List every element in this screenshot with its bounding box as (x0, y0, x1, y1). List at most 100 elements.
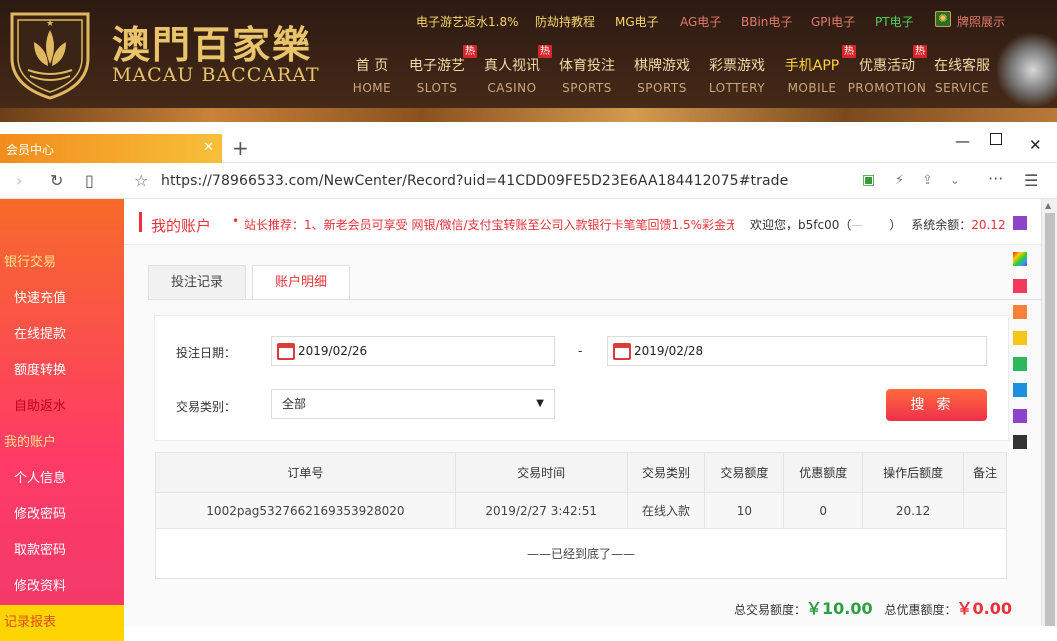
theme-swatch-black[interactable] (1013, 435, 1027, 449)
nav-sports[interactable]: 体育投注 SPORTS (545, 55, 629, 95)
toplink-anti-hijack[interactable]: 防劫持教程 (535, 13, 595, 30)
balance-label: 系统余额： (911, 218, 972, 232)
reading-view-icon[interactable]: ▯ (85, 171, 94, 190)
nav-chess-en: SPORTS (637, 81, 687, 95)
type-select[interactable]: 全部 ▼ (271, 389, 555, 419)
toplink-gpi[interactable]: GPI电子 (811, 13, 855, 30)
announcement-marquee: 站长推荐：1、新老会员可享受 网银/微信/支付宝转账至公司入款银行卡笔笔回馈1.… (244, 218, 734, 232)
date-to-field[interactable]: 2019/02/28 (607, 336, 987, 366)
toplink-rebate[interactable]: 电子游艺返水1.8% (416, 13, 519, 30)
maximize-icon[interactable] (990, 133, 1002, 145)
theme-swatch-orange[interactable] (1013, 305, 1027, 319)
theme-swatch-yellow[interactable] (1013, 331, 1027, 345)
total-promo-label: 总优惠额度： (884, 603, 957, 617)
totals-bar: 总交易额度：￥10.00 总优惠额度：￥0.00 (734, 595, 1012, 619)
minimize-icon[interactable]: — (955, 132, 970, 150)
theme-swatch-pink[interactable] (1013, 279, 1027, 293)
tab-bet-records[interactable]: 投注记录 (148, 265, 246, 299)
sidebar-item-rebate[interactable]: 自助返水 (0, 389, 124, 425)
tab-close-icon[interactable]: ✕ (203, 140, 214, 155)
cell-time: 2019/2/27 3:42:51 (454, 492, 628, 529)
browser-tab-active[interactable]: 会员中心 ✕ (0, 134, 222, 163)
browser-tab-bar: 会员中心 ✕ + — ✕ (0, 122, 1057, 163)
reader-mode-icon[interactable]: ▣ (862, 172, 875, 188)
nav-promotion-cn: 优惠活动 (859, 58, 915, 74)
license-icon: ✺ (935, 11, 951, 27)
chevron-down-icon[interactable]: ⌄ (950, 173, 960, 187)
sidebar-item-withdraw[interactable]: 在线提款 (0, 317, 124, 353)
refresh-icon[interactable]: ↻ (50, 171, 63, 190)
cell-amount: 10 (704, 492, 785, 529)
sidebar-section-bank[interactable]: 银行交易 (0, 245, 124, 281)
window-close-icon[interactable]: ✕ (1029, 136, 1042, 154)
nav-sports-cn: 体育投注 (559, 58, 615, 74)
member-sidebar: 银行交易 快速充值 在线提款 额度转换 自助返水 我的账户 个人信息 修改密码 … (0, 199, 124, 641)
share-icon[interactable]: ⇪ (922, 173, 933, 188)
filter-panel: 投注日期： 2019/02/26 - 2019/02/28 交易类别： 全部 ▼… (154, 315, 1009, 441)
nav-slots-en: SLOTS (416, 81, 458, 95)
nav-service[interactable]: 在线客服 SERVICE (920, 55, 1004, 95)
theme-swatch-green[interactable] (1013, 357, 1027, 371)
tab-account-details[interactable]: 账户明细 (252, 265, 350, 300)
logo-english-name[interactable]: MACAU BACCARAT (112, 64, 320, 86)
end-of-list-text: ——已经到底了—— (155, 528, 1007, 579)
toplink-ag[interactable]: AG电子 (680, 13, 721, 30)
url-field[interactable]: https://78966533.com/NewCenter/Record?ui… (161, 173, 788, 189)
dropdown-arrow-icon: ▼ (536, 398, 544, 409)
marquee-dot: • (232, 214, 240, 228)
logo-chinese-name[interactable]: 澳門百家樂 (112, 14, 312, 69)
type-select-value: 全部 (282, 397, 307, 411)
site-header: ★ 澳門百家樂 MACAU BACCARAT 电子游艺返水1.8% 防劫持教程 … (0, 0, 1057, 122)
lightning-icon[interactable]: ⚡ (895, 173, 904, 188)
theme-swatch-rainbow[interactable] (1013, 252, 1027, 266)
date-from-field[interactable]: 2019/02/26 (271, 336, 555, 366)
more-options-icon[interactable]: ··· (988, 169, 1003, 188)
nav-chess-cn: 棋牌游戏 (634, 58, 690, 74)
search-button[interactable]: 搜索 (886, 389, 987, 421)
nav-lottery-cn: 彩票游戏 (709, 58, 765, 74)
nav-promotion[interactable]: 优惠活动 PROMOTION 热 (845, 45, 929, 95)
forward-icon[interactable]: › (16, 171, 22, 190)
browser-address-bar: › ↻ ▯ ☆ https://78966533.com/NewCenter/R… (0, 163, 1057, 199)
nav-service-en: SERVICE (934, 81, 990, 95)
col-balance-after: 操作后额度 (862, 452, 964, 493)
nav-chess[interactable]: 棋牌游戏 SPORTS (620, 55, 704, 95)
nav-lottery-en: LOTTERY (708, 81, 766, 95)
nav-promotion-en: PROMOTION (847, 81, 927, 95)
macau-emblem-logo[interactable]: ★ (4, 8, 96, 100)
theme-swatch-violet[interactable] (1013, 409, 1027, 423)
toplink-license[interactable]: 牌照展示 (957, 13, 1005, 30)
sidebar-item-change-password[interactable]: 修改密码 (0, 497, 124, 533)
nav-service-cn: 在线客服 (934, 58, 990, 74)
theme-swatch-blue[interactable] (1013, 383, 1027, 397)
nav-mobile[interactable]: 手机APP MOBILE 热 (770, 45, 856, 95)
sidebar-item-withdraw-password[interactable]: 取款密码 (0, 533, 124, 569)
theme-swatch-purple[interactable] (1013, 216, 1027, 230)
scrollbar-thumb[interactable] (1045, 213, 1055, 626)
favorite-star-icon[interactable]: ☆ (134, 171, 148, 190)
transactions-table: 订单号 交易时间 交易类别 交易额度 优惠额度 操作后额度 备注 1002pag… (155, 452, 1007, 579)
new-tab-icon[interactable]: + (232, 136, 249, 160)
toplink-pt[interactable]: PT电子 (875, 13, 914, 30)
nav-slots[interactable]: 电子游艺 SLOTS 热 (395, 45, 479, 95)
hamburger-menu-icon[interactable]: ☰ (1024, 171, 1038, 190)
sidebar-section-records[interactable]: 记录报表 (0, 605, 124, 641)
scroll-up-icon[interactable]: ▲ (1045, 201, 1051, 210)
cell-promo: 0 (783, 492, 864, 529)
toplink-mg[interactable]: MG电子 (615, 13, 659, 30)
cell-type: 在线入款 (626, 492, 706, 529)
sidebar-section-account[interactable]: 我的账户 (0, 425, 124, 461)
sidebar-item-quick-deposit[interactable]: 快速充值 (0, 281, 124, 317)
vertical-scrollbar[interactable]: ▲ (1041, 199, 1057, 626)
nav-casino[interactable]: 真人视讯 CASINO 热 (470, 45, 554, 95)
col-order-id: 订单号 (155, 452, 456, 493)
cell-balance-after: 20.12 (862, 492, 964, 529)
cell-remark (963, 492, 1007, 529)
header-gold-strip (0, 108, 1057, 122)
toplink-bbin[interactable]: BBin电子 (741, 13, 792, 30)
sidebar-item-profile[interactable]: 个人信息 (0, 461, 124, 497)
calendar-icon (277, 343, 295, 360)
sidebar-item-edit-info[interactable]: 修改资料 (0, 569, 124, 605)
sidebar-item-transfer[interactable]: 额度转换 (0, 353, 124, 389)
nav-lottery[interactable]: 彩票游戏 LOTTERY (695, 55, 779, 95)
